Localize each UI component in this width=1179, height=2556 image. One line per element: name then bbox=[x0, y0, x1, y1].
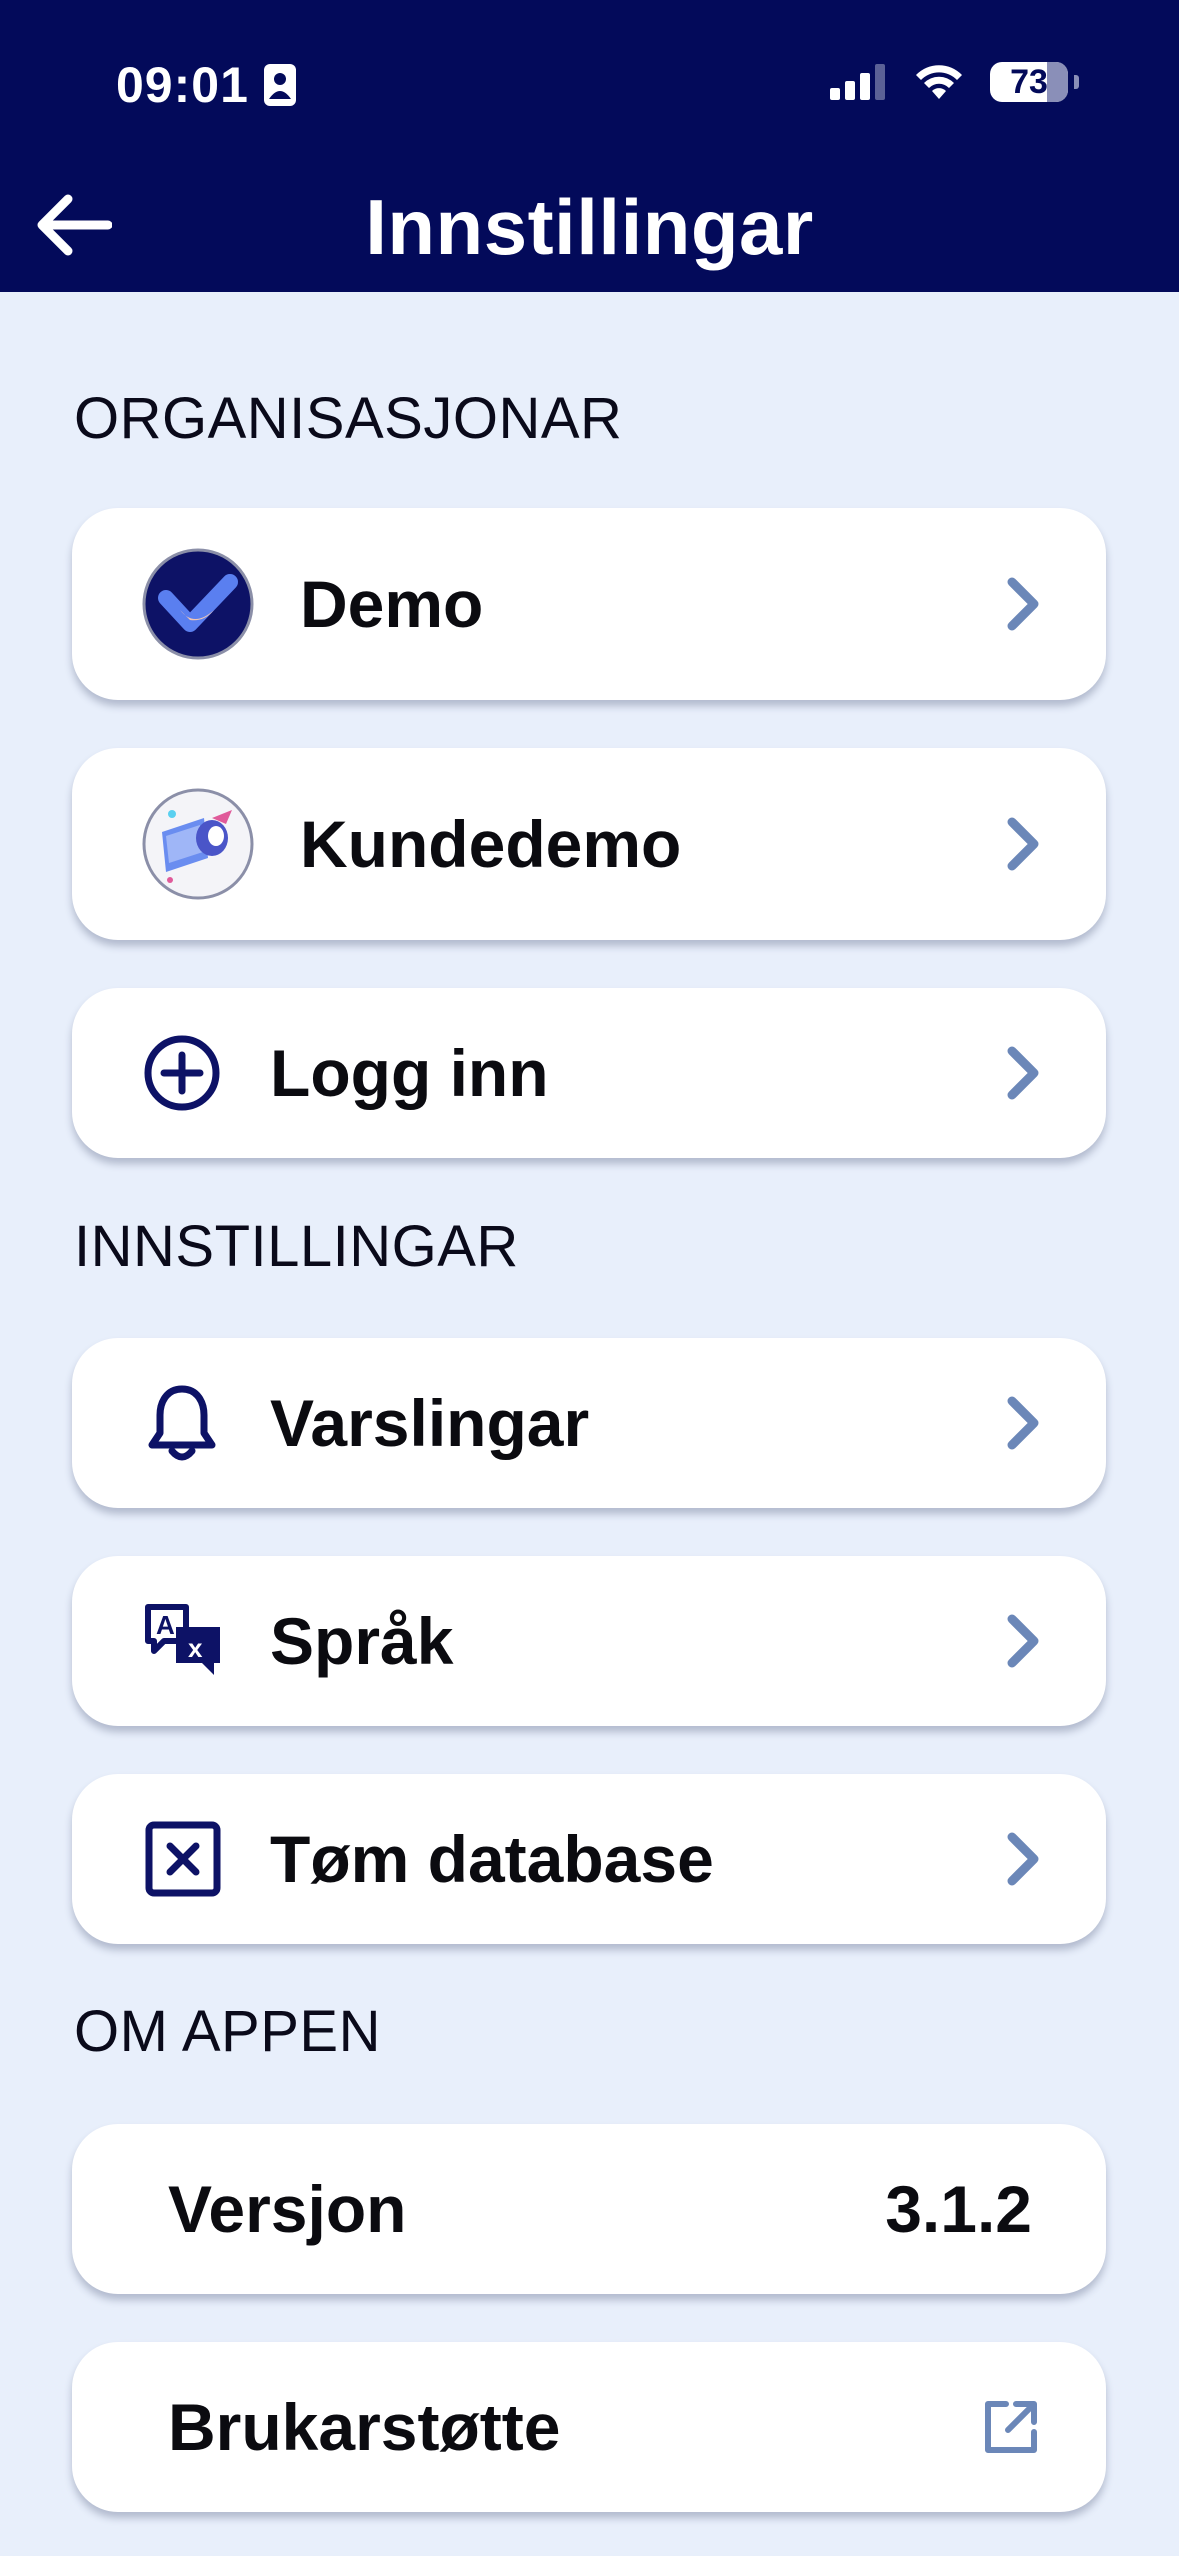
kundedemo-org-logo bbox=[142, 788, 254, 900]
battery-level-text: 73 bbox=[1010, 63, 1048, 101]
contact-card-icon bbox=[263, 64, 296, 106]
signal-icon bbox=[830, 64, 885, 100]
settings-item-clear-database[interactable]: Tøm database bbox=[72, 1774, 1106, 1944]
demo-org-logo bbox=[142, 548, 254, 660]
login-button[interactable]: Logg inn bbox=[72, 988, 1106, 1158]
section-heading-organisations: ORGANISASJONAR bbox=[74, 386, 623, 451]
settings-item-label: Språk bbox=[270, 1604, 454, 1678]
section-heading-about: OM APPEN bbox=[74, 1999, 381, 2064]
settings-item-label: Tøm database bbox=[270, 1822, 714, 1896]
chevron-right-icon bbox=[1007, 1396, 1039, 1450]
bell-icon bbox=[148, 1385, 216, 1461]
version-value: 3.1.2 bbox=[885, 2172, 1032, 2246]
settings-item-label: Varslingar bbox=[270, 1386, 590, 1460]
plus-circle-icon bbox=[144, 1035, 220, 1111]
battery-tip bbox=[1074, 75, 1079, 89]
status-time-text: 09:01 bbox=[116, 57, 249, 113]
login-label: Logg inn bbox=[270, 1036, 549, 1110]
wifi-icon bbox=[916, 65, 962, 99]
chevron-right-icon bbox=[1007, 577, 1039, 631]
org-item-demo[interactable]: Demo bbox=[72, 508, 1106, 700]
page-title: Innstillingar bbox=[365, 183, 814, 271]
org-item-label: Kundedemo bbox=[300, 807, 682, 881]
svg-text:x: x bbox=[188, 1633, 203, 1663]
settings-item-notifications[interactable]: Varslingar bbox=[72, 1338, 1106, 1508]
chevron-right-icon bbox=[1007, 1614, 1039, 1668]
org-item-label: Demo bbox=[300, 567, 484, 641]
translate-icon: A x bbox=[145, 1604, 220, 1675]
status-time: 09:01 bbox=[116, 56, 297, 114]
section-heading-settings: INNSTILLINGAR bbox=[74, 1214, 519, 1279]
battery-indicator: 73 bbox=[990, 62, 1068, 102]
chevron-right-icon bbox=[1007, 1046, 1039, 1100]
settings-item-language[interactable]: A x Språk bbox=[72, 1556, 1106, 1726]
support-link[interactable]: Brukarstøtte bbox=[72, 2342, 1106, 2512]
version-label: Versjon bbox=[168, 2172, 407, 2246]
org-item-kundedemo[interactable]: Kundedemo bbox=[72, 748, 1106, 940]
battery-empty-portion bbox=[1046, 62, 1068, 102]
svg-text:A: A bbox=[156, 1610, 175, 1640]
chevron-right-icon bbox=[1007, 1832, 1039, 1886]
app-header: 09:01 73 Innstillingar bbox=[0, 0, 1179, 292]
status-indicators: 73 bbox=[830, 62, 1079, 102]
x-square-icon bbox=[145, 1821, 221, 1897]
support-label: Brukarstøtte bbox=[168, 2390, 561, 2464]
version-row: Versjon 3.1.2 bbox=[72, 2124, 1106, 2294]
chevron-right-icon bbox=[1007, 817, 1039, 871]
external-link-icon bbox=[985, 2401, 1037, 2453]
